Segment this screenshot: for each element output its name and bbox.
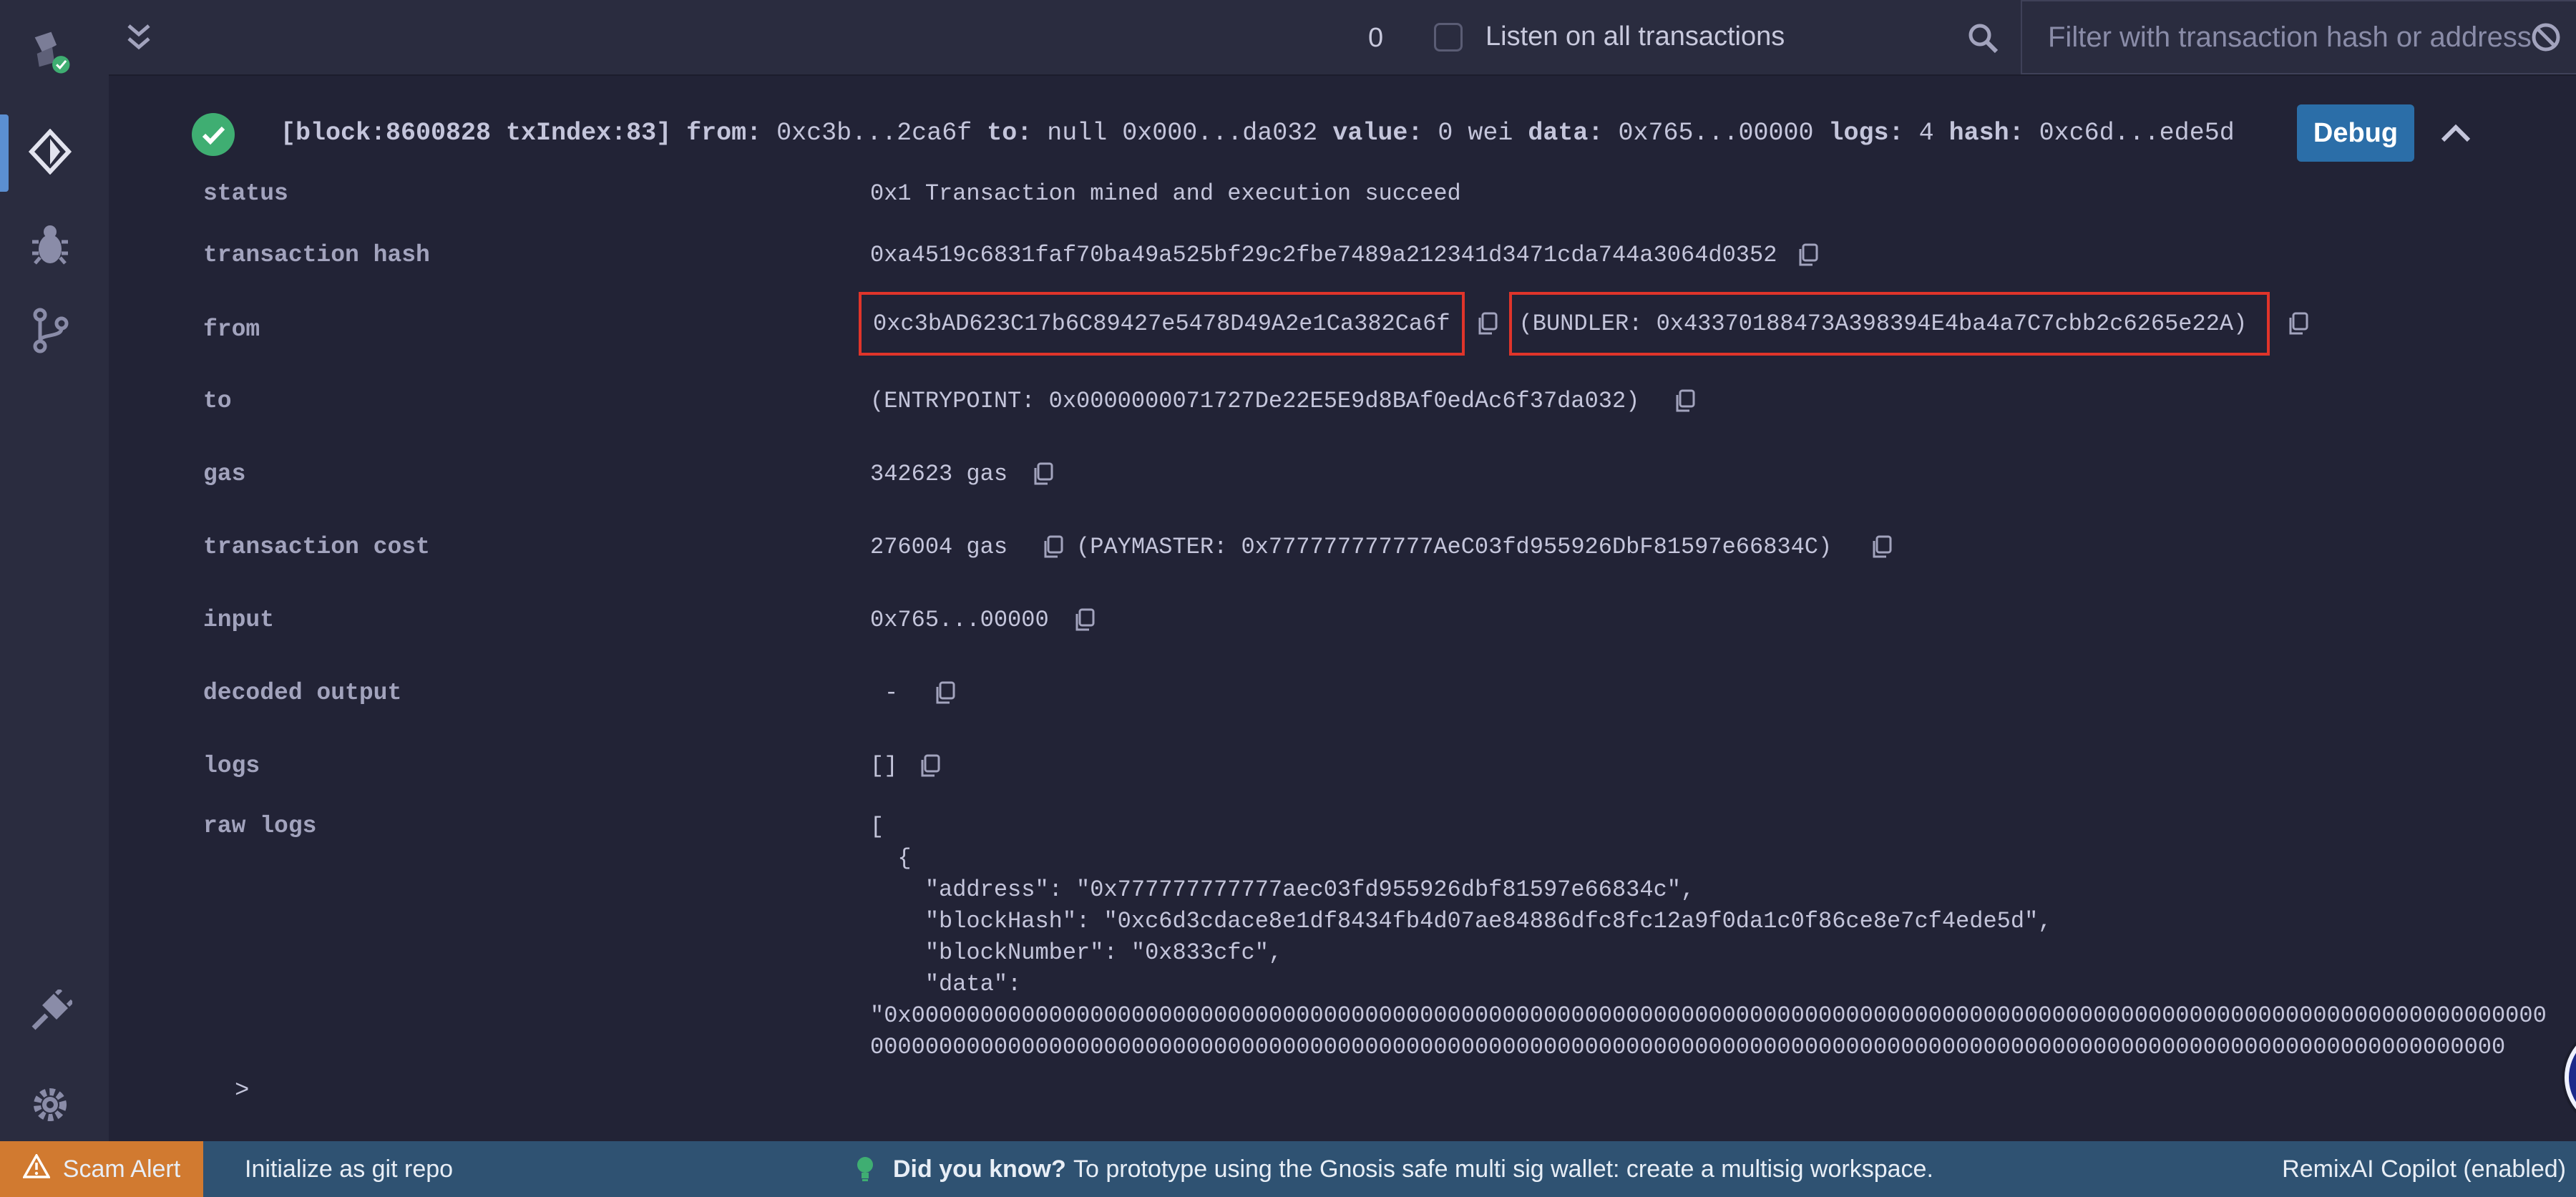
logs-value: [] <box>870 753 898 779</box>
copy-icon[interactable] <box>1476 312 1498 336</box>
bundler-highlight: (BUNDLER: 0x43370188473A398394E4ba4a7C7c… <box>1508 292 2270 356</box>
row-label: transaction hash <box>203 242 430 268</box>
row-label: raw logs <box>203 813 317 839</box>
filter-input[interactable] <box>2021 0 2576 74</box>
summary-value: 0x765...00000 <box>1618 119 1814 147</box>
copilot-status[interactable]: RemixAI Copilot (enabled) <box>2282 1156 2566 1183</box>
summary-key: from: <box>686 119 762 147</box>
row-value: - <box>884 680 955 706</box>
tx-header[interactable]: [block:8600828 txIndex:83] from: 0xc3b..… <box>109 103 2576 165</box>
row-value: 0x765...00000 <box>870 607 1095 633</box>
cost-value: 276004 gas <box>870 534 1008 560</box>
icon-panel <box>0 0 109 1141</box>
git-init-link[interactable]: Initialize as git repo <box>245 1156 453 1183</box>
listen-label[interactable]: Listen on all transactions <box>1485 21 1785 52</box>
raw-logs-json: [ { "address": "0x777777777777aec03fd955… <box>870 814 2547 1060</box>
summary-key: hash: <box>1948 119 2024 147</box>
to-value: (ENTRYPOINT: 0x0000000071727De22E5E9d8BA… <box>870 388 1640 414</box>
check-icon <box>192 113 235 156</box>
row-label: gas <box>203 461 246 487</box>
settings-icon[interactable] <box>27 1082 73 1128</box>
summary-value: 0xc6d...ede5d <box>2039 119 2235 147</box>
debug-button[interactable]: Debug <box>2297 104 2414 162</box>
terminal-prompt[interactable]: > <box>235 1078 249 1105</box>
row-label: decoded output <box>203 680 402 706</box>
row-label: logs <box>203 753 260 779</box>
decoded-value: - <box>884 680 899 706</box>
row-label: transaction cost <box>203 534 430 560</box>
git-icon[interactable] <box>27 308 73 353</box>
gas-value: 342623 gas <box>870 461 1008 487</box>
row-label: status <box>203 180 288 207</box>
copy-icon[interactable] <box>1032 462 1053 487</box>
tip-title: Did you know? <box>893 1156 1066 1183</box>
terminal-toolbar: 0 Listen on all transactions <box>109 0 2576 76</box>
summary-value: 0xc3b...2ca6f <box>776 119 972 147</box>
row-label: to <box>203 388 232 414</box>
active-indicator <box>0 114 9 192</box>
summary-value: null 0x000...da032 <box>1047 119 1318 147</box>
row-value: [] <box>870 753 940 779</box>
summary-key: value: <box>1332 119 1423 147</box>
row-label: input <box>203 607 275 633</box>
search-icon[interactable] <box>1966 21 1999 54</box>
row-label: from <box>203 316 260 343</box>
status-bar: Scam Alert Initialize as git repo Did yo… <box>0 1141 2576 1197</box>
plugin-icon[interactable] <box>27 989 73 1035</box>
from-address-highlight: 0xc3bAD623C17b6C89427e5478D49A2e1Ca382Ca… <box>859 292 1465 356</box>
row-value: 0xa4519c6831faf70ba49a525bf29c2fbe7489a2… <box>870 242 1818 268</box>
summary-key: logs: <box>1828 119 1904 147</box>
collapse-icon[interactable] <box>122 20 156 54</box>
copy-icon[interactable] <box>1870 535 1892 560</box>
row-value: 0xc3bAD623C17b6C89427e5478D49A2e1Ca382Ca… <box>859 292 2308 356</box>
copy-icon[interactable] <box>1073 608 1095 632</box>
scam-alert-label: Scam Alert <box>62 1155 181 1183</box>
row-value: (ENTRYPOINT: 0x0000000071727De22E5E9d8BA… <box>870 388 1695 414</box>
copy-icon[interactable] <box>1674 389 1695 414</box>
row-value: 342623 gas <box>870 461 1053 487</box>
terminal-output: [block:8600828 txIndex:83] from: 0xc3b..… <box>109 76 2576 1141</box>
tip-text[interactable]: To prototype using the Gnosis safe multi… <box>1073 1156 1933 1183</box>
row-value: 0x1 Transaction mined and execution succ… <box>870 180 1461 207</box>
scam-alert-button[interactable]: Scam Alert <box>0 1141 203 1197</box>
hash-value: 0xa4519c6831faf70ba49a525bf29c2fbe7489a2… <box>870 242 1777 268</box>
copy-icon[interactable] <box>934 681 955 705</box>
tx-block: [block:8600828 txIndex:83] <box>280 119 672 147</box>
pending-tx-count: 0 <box>1368 23 1384 53</box>
ai-bot-icon[interactable] <box>2565 1027 2576 1128</box>
status-value: 0x1 Transaction mined and execution succ… <box>870 180 1461 207</box>
copy-icon[interactable] <box>2287 312 2308 336</box>
copy-icon[interactable] <box>1797 243 1818 268</box>
input-value: 0x765...00000 <box>870 607 1049 633</box>
debugger-icon[interactable] <box>27 222 73 268</box>
remix-logo-icon[interactable] <box>27 29 73 74</box>
summary-value: 4 <box>1918 119 1934 147</box>
listen-checkbox[interactable] <box>1434 23 1463 52</box>
copy-icon[interactable] <box>919 754 940 778</box>
bulb-icon <box>856 1156 874 1183</box>
copy-icon[interactable] <box>1042 535 1063 560</box>
row-value: 276004 gas (PAYMASTER: 0x777777777777AeC… <box>870 534 1892 560</box>
summary-key: data: <box>1528 119 1604 147</box>
tx-summary: [block:8600828 txIndex:83] from: 0xc3b..… <box>280 119 2235 147</box>
clear-icon[interactable] <box>2530 21 2562 53</box>
paymaster-value: (PAYMASTER: 0x777777777777AeC03fd955926D… <box>1076 534 1833 560</box>
chevron-up-icon[interactable] <box>2437 114 2474 152</box>
summary-key: to: <box>987 119 1033 147</box>
warning-icon <box>21 1152 51 1185</box>
deploy-icon[interactable] <box>27 129 73 175</box>
summary-value: 0 wei <box>1438 119 1513 147</box>
